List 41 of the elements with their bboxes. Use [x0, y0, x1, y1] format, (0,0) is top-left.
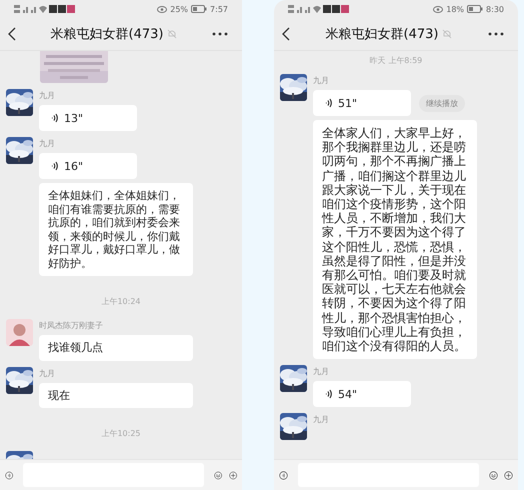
more-icon[interactable] [488, 32, 504, 36]
chat-title: 米粮屯妇女群(473) [50, 26, 164, 43]
sender-name: 九月 [313, 414, 329, 426]
muted-bell-icon [442, 29, 452, 39]
sender-name: 九月 [313, 75, 330, 86]
avatar-icon [6, 319, 33, 346]
message-bubble: 全体家人们，大家早上好，那个我搁群里边儿，还是唠叨两句，那个不再搁广播上广播，咱们搁这个群里边儿跟大家说一下儿，关于现在咱们这个疫情形势，这个阳性人员，不断增加，我们大家，千万不要因为这个得了这个阳性儿，恐慌，恐惧，虽然是得了阳性，但是并没有那么可怕。咱们要及时就医就可以，七天左右他就会转阴，不要因为这个得了阳性儿，那个恐惧害怕担心，导致咱们心理儿上有负担，咱们这个没有得阳的人员。 [313, 120, 477, 360]
timestamp: 上午10:24 [101, 296, 141, 307]
eye-icon [433, 6, 444, 12]
message-bubble: 现在 [39, 382, 193, 408]
muted-bell-icon [167, 29, 178, 39]
voice-wave-icon [325, 389, 333, 400]
voice-message[interactable]: 51" [313, 90, 411, 116]
more-icon[interactable] [212, 32, 228, 36]
message-bubble: 找谁领几点 [39, 335, 193, 360]
voice-wave-icon [325, 98, 333, 108]
signal-icon [288, 4, 350, 14]
sender-name: 九月 [39, 138, 56, 149]
timestamp: 昨天 上午8:59 [370, 55, 422, 66]
battery-percent: 18% [446, 4, 464, 14]
signal-icon [14, 4, 76, 14]
message-bubble: 全体姐妹们，全体姐妹们，咱们有谁需要抗原的，需要抗原的，咱们就到村委会来领，来领的时候儿，你们戴好口罩儿，戴好口罩儿，做好防护。 [39, 183, 193, 276]
battery-icon [191, 5, 208, 13]
battery-percent: 25% [170, 4, 188, 14]
voice-message[interactable]: 54" [313, 381, 411, 408]
timestamp: 上午10:25 [101, 428, 141, 439]
chat-title: 米粮屯妇女群(473) [326, 26, 438, 43]
back-icon[interactable] [282, 27, 290, 41]
back-icon[interactable] [8, 27, 16, 41]
voice-message[interactable]: 13" [39, 105, 137, 131]
sender-name: 九月 [39, 90, 56, 101]
voice-wave-icon [51, 113, 59, 123]
voice-wave-icon [51, 161, 59, 171]
voice-message[interactable]: 16" [39, 153, 137, 179]
sender-name: 九月 [39, 368, 56, 378]
eye-icon [157, 6, 168, 12]
sender-name: 时凤杰陈万刚妻子 [39, 320, 104, 331]
sender-name: 九月 [313, 366, 330, 378]
battery-icon [467, 5, 484, 13]
clock-time: 7:57 [210, 4, 228, 14]
clock-time: 8:30 [486, 4, 504, 14]
